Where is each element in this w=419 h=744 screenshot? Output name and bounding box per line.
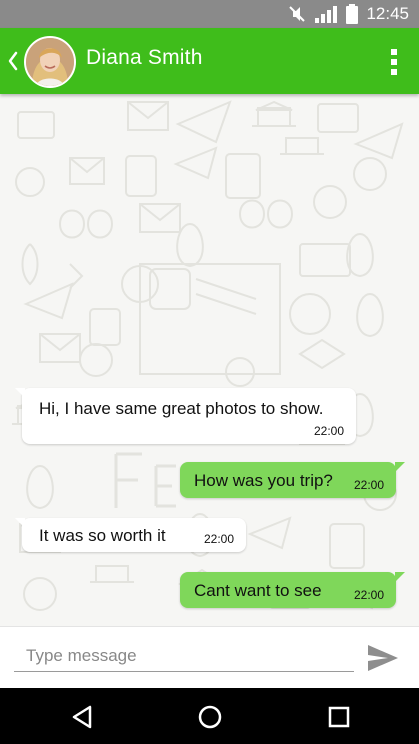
status-icons: 12:45 (288, 0, 409, 28)
message-text: Hi, I have same great photos to show. (39, 399, 324, 418)
message-bubble-outgoing[interactable]: How was you trip? 22:00 (180, 462, 405, 498)
battery-icon (346, 4, 359, 24)
mute-icon (289, 6, 306, 22)
message-time: 22:00 (313, 424, 344, 438)
send-icon[interactable] (366, 643, 400, 673)
chevron-left-icon[interactable] (6, 48, 20, 74)
signal-icon (315, 6, 338, 23)
message-text: It was so worth it (39, 526, 166, 545)
chat-header: Diana Smith (0, 28, 419, 94)
message-input[interactable] (14, 641, 354, 672)
message-text: Cant want to see (194, 581, 322, 600)
message-time: 22:00 (353, 588, 384, 602)
chat-screen: 12:45 Diana Smith Hi, I have same great … (0, 0, 419, 744)
message-bubble-outgoing[interactable]: Cant want to see 22:00 (180, 572, 405, 608)
system-nav-bar (0, 688, 419, 744)
nav-recents-icon[interactable] (324, 702, 354, 732)
nav-back-icon[interactable] (68, 702, 98, 732)
message-time: 22:00 (353, 478, 384, 492)
status-bar: 12:45 (0, 0, 419, 28)
contact-avatar[interactable] (24, 36, 76, 88)
message-time: 22:00 (203, 532, 234, 546)
message-text: How was you trip? (194, 471, 333, 490)
more-vert-icon[interactable] (389, 48, 399, 76)
message-bubble-incoming[interactable]: Hi, I have same great photos to show. 22… (15, 388, 356, 444)
nav-home-icon[interactable] (195, 702, 225, 732)
contact-name[interactable]: Diana Smith (86, 46, 203, 70)
message-composer (0, 626, 419, 689)
message-bubble-incoming[interactable]: It was so worth it 22:00 (15, 518, 246, 552)
status-time: 12:45 (366, 4, 409, 23)
